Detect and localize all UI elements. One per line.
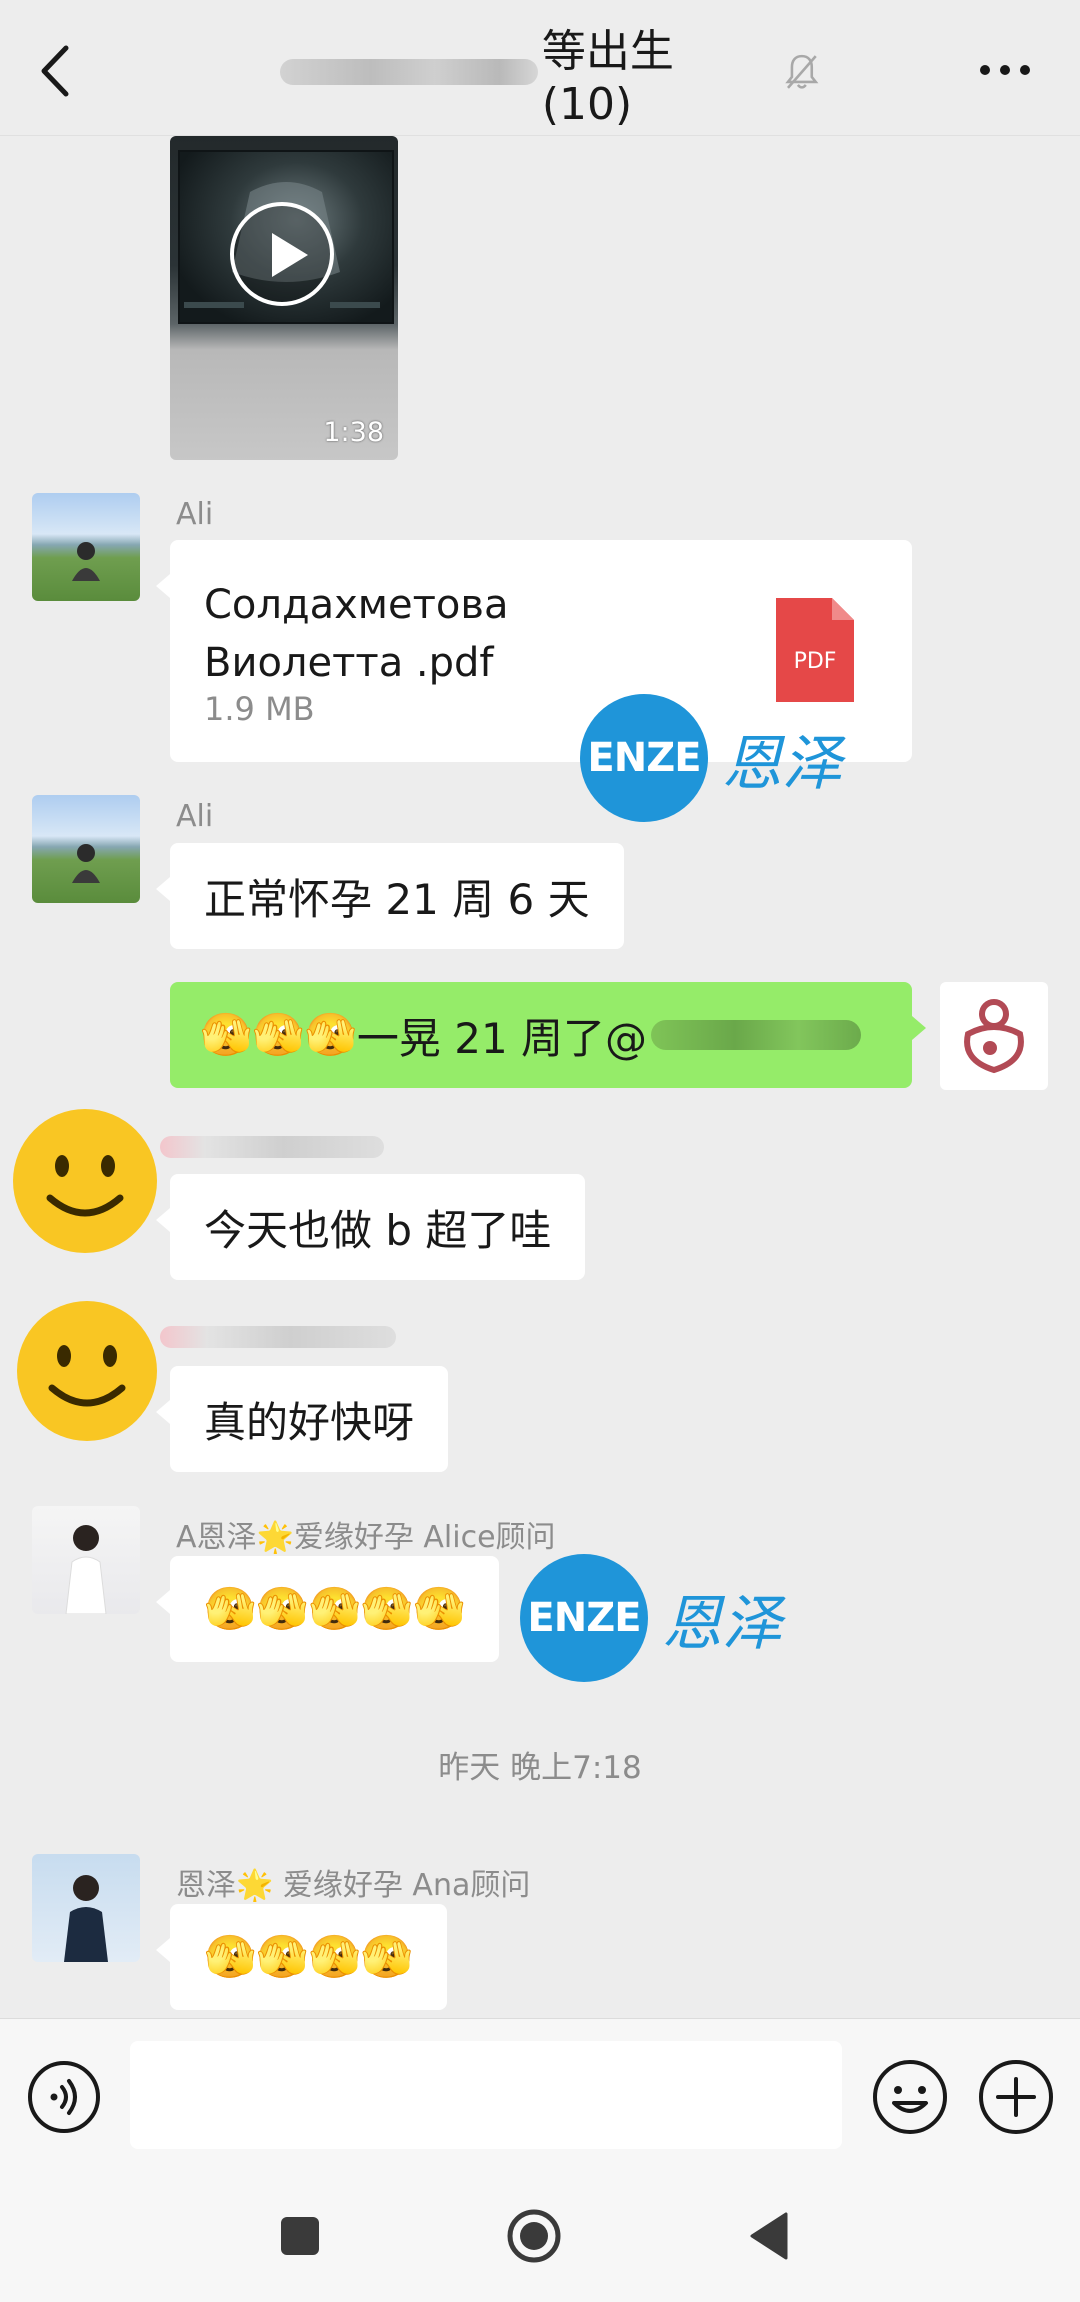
more-button[interactable] bbox=[970, 48, 1040, 92]
watermark-logo: ENZE 恩泽 bbox=[520, 1554, 782, 1682]
back-button[interactable] bbox=[30, 36, 90, 106]
home-button[interactable] bbox=[504, 2206, 564, 2266]
text-message[interactable]: 真的好快呀 bbox=[155, 1366, 449, 1472]
file-size: 1.9 MB bbox=[204, 690, 315, 728]
redacted-sender-name bbox=[160, 1136, 384, 1158]
message-text: 今天也做 b 超了哇 bbox=[204, 1205, 552, 1255]
input-bar bbox=[0, 2018, 1080, 2171]
watermark-text: 恩泽 bbox=[662, 1588, 782, 1659]
text-message[interactable]: 正常怀孕 21 周 6 天 bbox=[156, 843, 624, 949]
text-message[interactable]: 今天也做 b 超了哇 bbox=[155, 1174, 586, 1280]
redacted-sender-name bbox=[160, 1326, 396, 1348]
chat-title: 等出生(10) bbox=[280, 26, 820, 130]
sender-name: Ali bbox=[176, 799, 214, 834]
avatar[interactable] bbox=[32, 1506, 140, 1614]
watermark-text: 恩泽 bbox=[722, 728, 842, 799]
message-emojis: 🫣🫣🫣🫣🫣 bbox=[204, 1584, 466, 1633]
avatar-image bbox=[72, 542, 100, 581]
file-name: Солдахметова Виолетта .pdf bbox=[204, 582, 509, 686]
self-avatar[interactable] bbox=[940, 982, 1048, 1090]
voice-button[interactable] bbox=[26, 2059, 102, 2135]
sender-name: 恩泽🌟 爱缘好孕 Ana顾问 bbox=[176, 1868, 531, 1903]
message-input[interactable] bbox=[130, 2041, 842, 2149]
plus-button[interactable] bbox=[976, 2057, 1056, 2137]
avatar-image bbox=[72, 844, 100, 883]
emoji-icon bbox=[873, 2060, 947, 2134]
avatar-image bbox=[64, 1875, 108, 1962]
chat-screen: 等出生(10) 1:38 Ali Солдахметова Виолетта .… bbox=[0, 0, 1080, 2302]
square-icon bbox=[281, 2217, 319, 2255]
avatar[interactable] bbox=[32, 795, 140, 903]
video-message[interactable]: 1:38 bbox=[170, 136, 398, 460]
message-text: 真的好快呀 bbox=[204, 1397, 415, 1447]
triangle-icon bbox=[750, 2212, 788, 2260]
sender-name: A恩泽🌟爱缘好孕 Alice顾问 bbox=[176, 1520, 556, 1555]
video-duration: 1:38 bbox=[323, 417, 384, 448]
message-text: 一晃 21 周了@ bbox=[356, 1013, 648, 1063]
emoji-button[interactable] bbox=[870, 2057, 950, 2137]
bell-off-icon bbox=[785, 54, 819, 89]
sender-name: Ali bbox=[176, 497, 214, 532]
chat-header: 等出生(10) bbox=[0, 0, 1080, 136]
emoji-message[interactable]: 🫣🫣🫣🫣🫣 bbox=[155, 1556, 500, 1662]
outgoing-message[interactable]: 🫣🫣🫣 一晃 21 周了@ bbox=[170, 982, 926, 1088]
redacted-title-part bbox=[280, 59, 538, 85]
emoji-message[interactable]: 🫣🫣🫣🫣 bbox=[155, 1904, 448, 2010]
pdf-icon: PDF bbox=[776, 598, 854, 702]
system-nav-bar bbox=[0, 2170, 1080, 2302]
circle-icon bbox=[507, 2209, 561, 2263]
redacted-mention bbox=[651, 1020, 862, 1050]
voice-icon bbox=[28, 2061, 100, 2133]
watermark-logo: ENZE 恩泽 bbox=[580, 694, 842, 822]
avatar[interactable] bbox=[32, 1854, 140, 1962]
smiley-avatar-icon[interactable] bbox=[10, 1106, 160, 1256]
message-emojis: 🫣🫣🫣🫣 bbox=[204, 1932, 414, 1981]
avatar[interactable] bbox=[32, 493, 140, 601]
mother-baby-logo-icon bbox=[964, 999, 1024, 1074]
chevron-left-icon bbox=[41, 45, 69, 97]
recents-button[interactable] bbox=[270, 2206, 330, 2266]
avatar-image bbox=[65, 1525, 107, 1614]
more-horizontal-icon bbox=[980, 65, 1030, 75]
smiley-avatar-icon[interactable] bbox=[12, 1296, 162, 1446]
message-timestamp: 昨天 晚上7:18 bbox=[438, 1750, 642, 1786]
message-text: 正常怀孕 21 周 6 天 bbox=[204, 874, 590, 924]
play-icon[interactable] bbox=[230, 202, 334, 306]
watermark-badge: ENZE bbox=[580, 694, 708, 822]
message-emojis: 🫣🫣🫣 bbox=[200, 1010, 357, 1059]
chat-title-text: 等出生(10) bbox=[541, 25, 674, 130]
pdf-label: PDF bbox=[794, 649, 837, 674]
plus-icon bbox=[979, 2060, 1053, 2134]
watermark-badge: ENZE bbox=[520, 1554, 648, 1682]
back-nav-button[interactable] bbox=[742, 2206, 802, 2266]
